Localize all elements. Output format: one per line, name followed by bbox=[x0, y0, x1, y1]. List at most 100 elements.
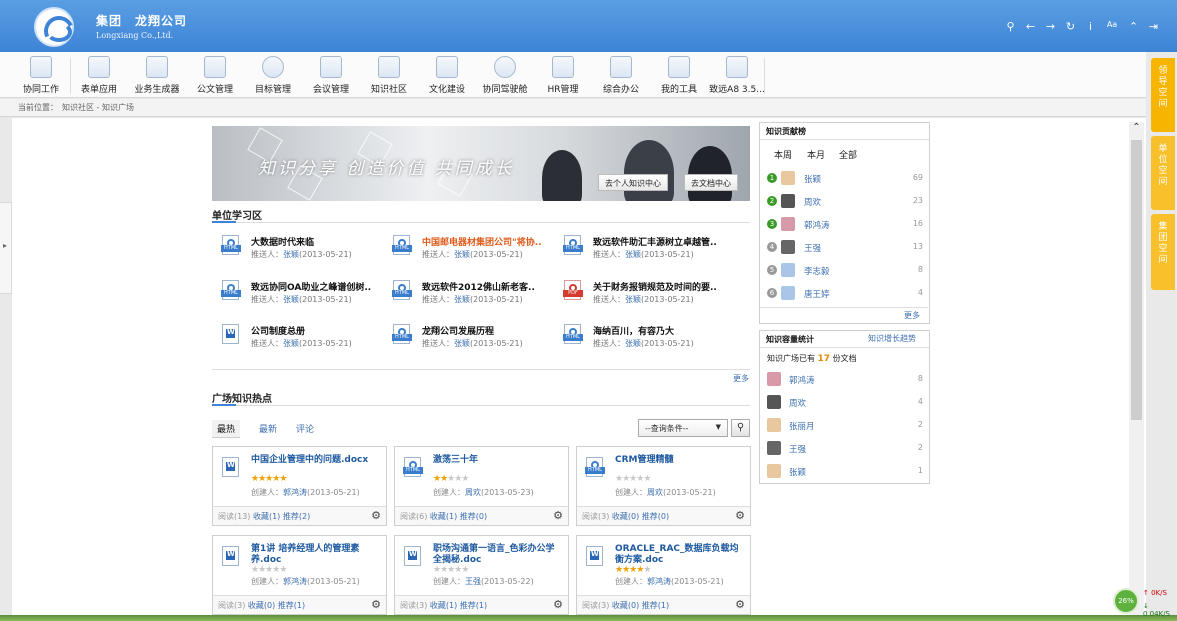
pusher-name[interactable]: 张颖 bbox=[454, 339, 470, 348]
tool-cockpit[interactable]: 协同驾驶舱 bbox=[476, 56, 534, 95]
network-speed-widget[interactable]: 26% ↑ 0K/S ↓ 0.04K/S bbox=[1112, 587, 1174, 618]
study-item-title[interactable]: 关于财务报销规范及时间的要.. bbox=[593, 280, 717, 293]
pusher-name[interactable]: 张颖 bbox=[283, 339, 299, 348]
gear-icon[interactable]: ⚙ bbox=[371, 598, 381, 611]
card-title[interactable]: 职场沟通第一语言_色彩办公学全揭秘.doc bbox=[433, 544, 563, 566]
study-item[interactable]: HTML 大数据时代来临 推送人：张颖(2013-05-21) bbox=[221, 233, 382, 269]
growth-trend-link[interactable]: 知识增长趋势 bbox=[868, 333, 916, 344]
contributor-name[interactable]: 张颖 bbox=[804, 173, 821, 185]
tool-office[interactable]: 综合办公 bbox=[592, 56, 650, 95]
pusher-name[interactable]: 张颖 bbox=[283, 250, 299, 259]
sidebar-toggle[interactable] bbox=[0, 202, 12, 294]
tab-week[interactable]: 本周 bbox=[774, 148, 792, 161]
info-icon[interactable]: i bbox=[1085, 20, 1096, 33]
pusher-name[interactable]: 张颖 bbox=[625, 295, 641, 304]
forward-arrow-icon[interactable]: → bbox=[1045, 20, 1056, 33]
gear-icon[interactable]: ⚙ bbox=[735, 598, 745, 611]
study-item-title[interactable]: 大数据时代来临 bbox=[251, 235, 314, 248]
pusher-name[interactable]: 张颖 bbox=[454, 250, 470, 259]
contrib-row[interactable]: 5 李志毅 8 bbox=[767, 263, 927, 281]
study-item[interactable]: HTML 龙翔公司发展历程 推送人：张颖(2013-05-21) bbox=[392, 322, 553, 358]
stats-row[interactable]: 周欢 4 bbox=[767, 395, 927, 413]
tool-biz-generator[interactable]: 业务生成器 bbox=[128, 56, 186, 95]
contrib-row[interactable]: 1 张颖 69 bbox=[767, 171, 927, 189]
tool-forms[interactable]: 表单应用 bbox=[70, 56, 128, 95]
query-condition-select[interactable]: --查询条件-- bbox=[638, 419, 728, 437]
gear-icon[interactable]: ⚙ bbox=[553, 598, 563, 611]
contrib-row[interactable]: 4 王强 13 bbox=[767, 240, 927, 258]
recommend-count[interactable]: 推荐(1) bbox=[460, 601, 487, 610]
study-item[interactable]: HTML 致远软件助汇丰源树立卓越管.. 推送人：张颖(2013-05-21) bbox=[563, 233, 724, 269]
tool-goals[interactable]: 目标管理 bbox=[244, 56, 302, 95]
back-arrow-icon[interactable]: ← bbox=[1025, 20, 1036, 33]
tab-comments[interactable]: 评论 bbox=[296, 422, 314, 435]
recommend-count[interactable]: 推荐(1) bbox=[278, 601, 305, 610]
study-more-link[interactable]: 更多 bbox=[733, 373, 749, 384]
tool-knowledge[interactable]: 知识社区 bbox=[360, 56, 418, 95]
recommend-count[interactable]: 推荐(2) bbox=[283, 512, 310, 521]
scroll-thumb[interactable] bbox=[1131, 140, 1142, 420]
tab-leader-space[interactable]: 领导空间 bbox=[1151, 58, 1175, 132]
contrib-row[interactable]: 3 郭鸿涛 16 bbox=[767, 217, 927, 235]
search-icon[interactable]: ⚲ bbox=[1005, 20, 1016, 33]
search-button[interactable]: ⚲ bbox=[731, 419, 750, 437]
gear-icon[interactable]: ⚙ bbox=[371, 509, 381, 522]
tool-docs[interactable]: 公文管理 bbox=[186, 56, 244, 95]
study-item[interactable]: PDF 关于财务报销规范及时间的要.. 推送人：张颖(2013-05-21) bbox=[563, 278, 724, 314]
contrib-row[interactable]: 6 唐王婷 4 bbox=[767, 286, 927, 304]
favorite-count[interactable]: 收藏(1) bbox=[430, 601, 457, 610]
stats-row[interactable]: 张丽月 2 bbox=[767, 418, 927, 436]
study-item[interactable]: HTML 海纳百川，有容乃大 推送人：张颖(2013-05-21) bbox=[563, 322, 724, 358]
favorite-count[interactable]: 收藏(1) bbox=[430, 512, 457, 521]
contributor-name[interactable]: 李志毅 bbox=[804, 265, 830, 277]
study-item[interactable]: 公司制度总册推送人：张颖(2013-05-21) bbox=[222, 322, 382, 358]
study-item-title[interactable]: 龙翔公司发展历程 bbox=[422, 324, 494, 337]
pusher-name[interactable]: 张颖 bbox=[625, 250, 641, 259]
recommend-count[interactable]: 推荐(0) bbox=[642, 512, 669, 521]
study-item-title[interactable]: 致远软件助汇丰源树立卓越管.. bbox=[593, 235, 717, 248]
contributor-name[interactable]: 王强 bbox=[804, 242, 821, 254]
study-item-title[interactable]: 海纳百川，有容乃大 bbox=[593, 324, 674, 337]
creator-name[interactable]: 郭鸿涛 bbox=[283, 488, 307, 497]
creator-name[interactable]: 王强 bbox=[465, 577, 481, 586]
member-name[interactable]: 周欢 bbox=[789, 397, 806, 409]
contributor-name[interactable]: 周欢 bbox=[804, 196, 821, 208]
tool-my-tools[interactable]: 我的工具 bbox=[650, 56, 708, 95]
member-name[interactable]: 郭鸿涛 bbox=[789, 374, 815, 386]
contrib-more-link[interactable]: 更多 bbox=[904, 310, 920, 321]
study-item[interactable]: HTML 致远软件2012佛山新老客.. 推送人：张颖(2013-05-21) bbox=[392, 278, 553, 314]
logout-icon[interactable]: ⇥ bbox=[1148, 20, 1159, 33]
member-name[interactable]: 王强 bbox=[789, 443, 806, 455]
vertical-scrollbar[interactable]: ⌃ bbox=[1129, 122, 1144, 616]
recommend-count[interactable]: 推荐(1) bbox=[642, 601, 669, 610]
study-item-title[interactable]: 中国邮电器材集团公司"将协.. bbox=[422, 235, 542, 248]
member-name[interactable]: 张颖 bbox=[789, 466, 806, 478]
tool-collab[interactable]: 协同工作 bbox=[12, 56, 70, 95]
recommend-count[interactable]: 推荐(0) bbox=[460, 512, 487, 521]
tab-hottest[interactable]: 最热 bbox=[212, 420, 241, 438]
tool-hr[interactable]: HR管理 bbox=[534, 56, 592, 95]
tool-seeyon[interactable]: 致远A8 3.5... bbox=[708, 56, 766, 95]
tool-meetings[interactable]: 会议管理 bbox=[302, 56, 360, 95]
refresh-icon[interactable]: ↻ bbox=[1065, 20, 1076, 33]
study-item[interactable]: HTML 中国邮电器材集团公司"将协.. 推送人：张颖(2013-05-21) bbox=[392, 233, 553, 269]
creator-name[interactable]: 周欢 bbox=[647, 488, 663, 497]
member-name[interactable]: 张丽月 bbox=[789, 420, 815, 432]
tool-culture[interactable]: 文化建设 bbox=[418, 56, 476, 95]
personal-knowledge-button[interactable]: 去个人知识中心 bbox=[598, 174, 668, 191]
tab-group-space[interactable]: 集团空间 bbox=[1151, 214, 1175, 290]
tab-month[interactable]: 本月 bbox=[807, 148, 825, 161]
stats-row[interactable]: 张颖 1 bbox=[767, 464, 927, 482]
card-title[interactable]: 第1讲 培养经理人的管理素养.doc bbox=[251, 544, 381, 566]
study-item-title[interactable]: 致远软件2012佛山新老客.. bbox=[422, 280, 535, 293]
pusher-name[interactable]: 张颖 bbox=[283, 295, 299, 304]
breadcrumb-path[interactable]: 知识社区 - 知识广场 bbox=[62, 103, 134, 112]
scroll-up-icon[interactable]: ⌃ bbox=[1129, 122, 1144, 138]
study-item[interactable]: HTML 致远协同OA助业之峰谱创树.. 推送人：张颖(2013-05-21) bbox=[221, 278, 382, 314]
pusher-name[interactable]: 张颖 bbox=[625, 339, 641, 348]
doc-center-button[interactable]: 去文档中心 bbox=[684, 174, 738, 191]
creator-name[interactable]: 周欢 bbox=[465, 488, 481, 497]
card-title[interactable]: 中国企业管理中的问题.docx bbox=[251, 455, 381, 466]
contributor-name[interactable]: 唐王婷 bbox=[804, 288, 830, 300]
card-title[interactable]: 激荡三十年 bbox=[433, 455, 563, 466]
